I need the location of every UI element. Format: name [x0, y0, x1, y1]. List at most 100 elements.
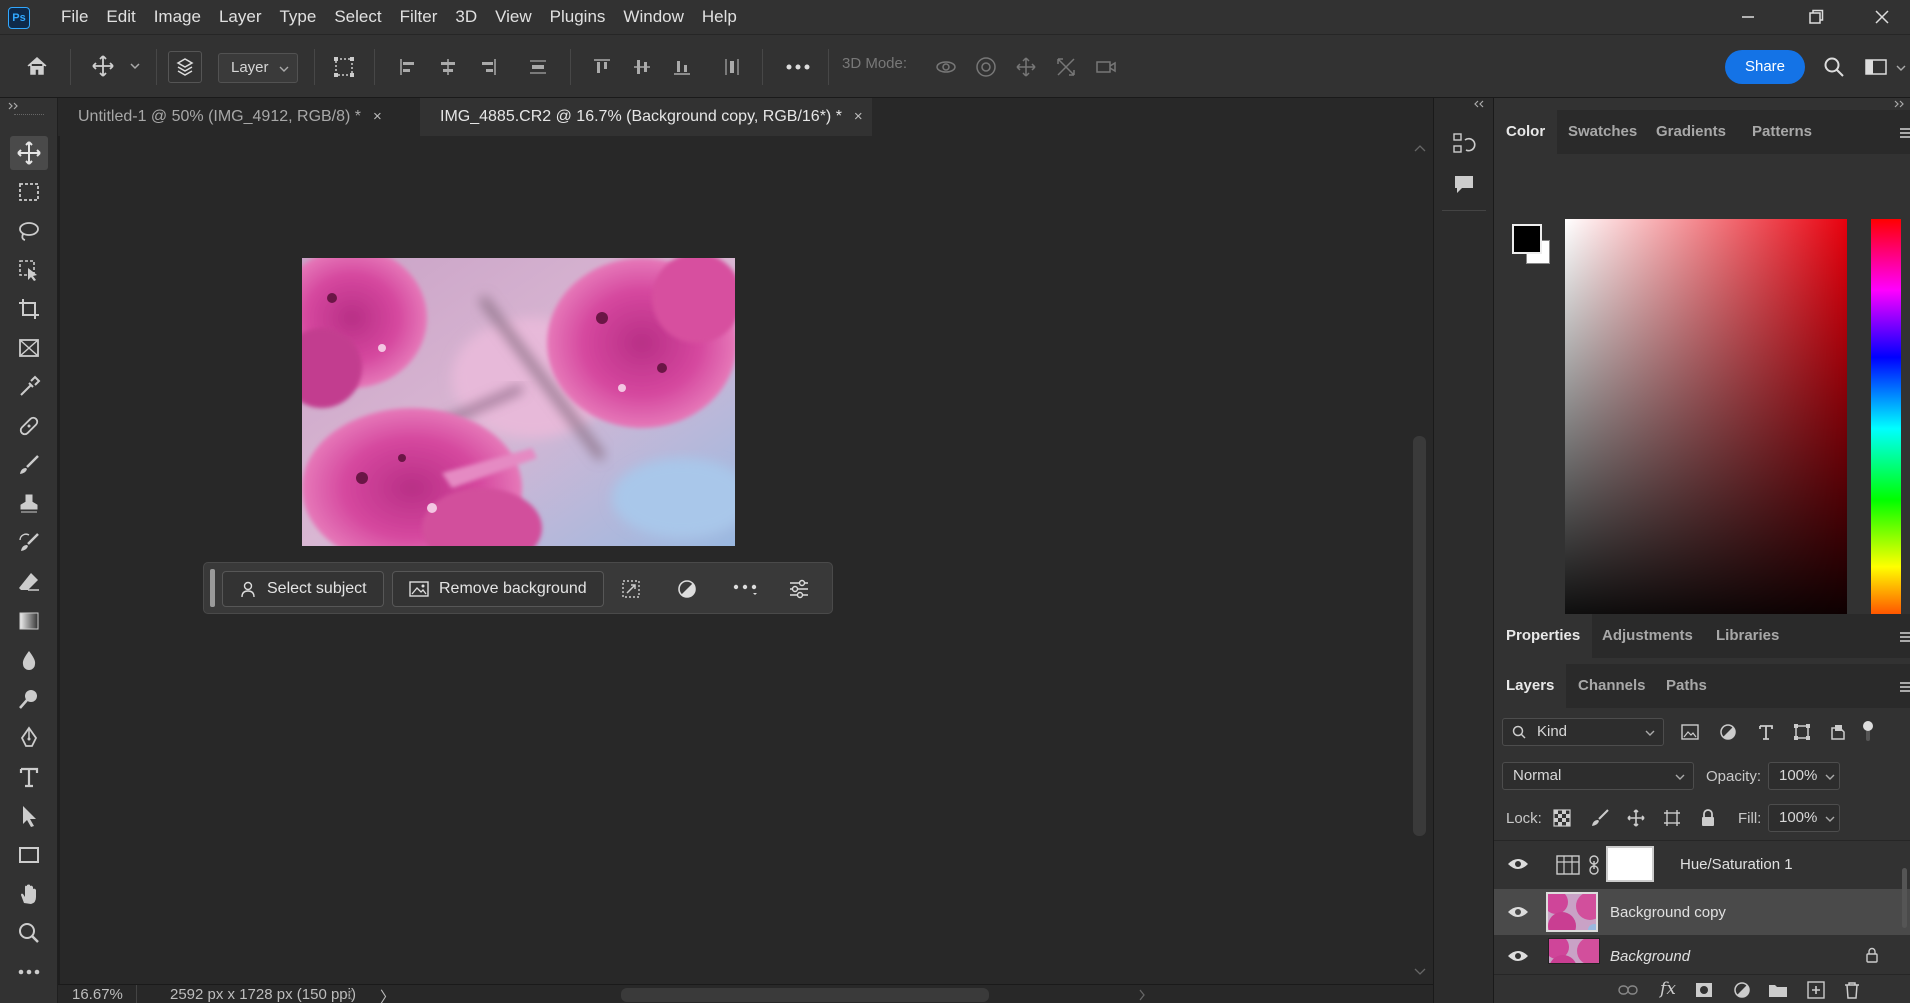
eraser-tool[interactable]: [10, 565, 48, 599]
tab-channels[interactable]: Channels: [1566, 664, 1658, 708]
task-bar-more-button[interactable]: [728, 575, 762, 603]
history-brush-tool[interactable]: [10, 526, 48, 560]
task-bar-settings-button[interactable]: [784, 575, 814, 603]
3d-orbit-button[interactable]: [932, 53, 960, 81]
transform-button[interactable]: [616, 575, 646, 603]
tab-properties[interactable]: Properties: [1494, 614, 1593, 658]
fill-input[interactable]: 100%: [1768, 804, 1840, 832]
tab-gradients[interactable]: Gradients: [1644, 110, 1738, 154]
workspace-dropdown[interactable]: [1894, 61, 1908, 75]
tool-preset-dropdown[interactable]: [128, 59, 142, 73]
tab-untitled-1[interactable]: Untitled-1 @ 50% (IMG_4912, RGB/8) * ×: [58, 98, 418, 136]
lock-transparent-pixels[interactable]: [1550, 806, 1574, 830]
hand-tool[interactable]: [10, 877, 48, 911]
layers-scrollbar-thumb[interactable]: [1902, 868, 1907, 928]
new-adjustment-layer-button[interactable]: [1730, 979, 1754, 1001]
menu-edit[interactable]: Edit: [97, 0, 144, 34]
dodge-tool[interactable]: [10, 682, 48, 716]
select-subject-button[interactable]: Select subject: [222, 571, 384, 607]
share-button[interactable]: Share: [1725, 50, 1805, 84]
path-selection-tool[interactable]: [10, 799, 48, 833]
search-button[interactable]: [1820, 53, 1848, 81]
layer-kind-filter[interactable]: Kind: [1502, 718, 1664, 746]
move-tool[interactable]: [10, 136, 48, 170]
layer-row-hue-saturation[interactable]: Hue/Saturation 1: [1494, 842, 1910, 888]
filter-type-layers[interactable]: [1754, 720, 1778, 744]
layer-visibility-toggle[interactable]: [1506, 854, 1530, 874]
menu-image[interactable]: Image: [145, 0, 210, 34]
zoom-level[interactable]: 16.67%: [72, 986, 123, 1003]
collapse-toolbar-button[interactable]: [8, 102, 22, 110]
home-button[interactable]: [22, 51, 52, 81]
hue-slider[interactable]: [1871, 219, 1901, 638]
opacity-input[interactable]: 100%: [1768, 762, 1840, 790]
comments-panel-button[interactable]: [1448, 168, 1480, 200]
link-layers-button[interactable]: [1616, 979, 1640, 1001]
3d-scale-button[interactable]: [1092, 53, 1120, 81]
blur-tool[interactable]: [10, 643, 48, 677]
foreground-color-swatch[interactable]: [1512, 224, 1542, 254]
menu-layer[interactable]: Layer: [210, 0, 271, 34]
filter-adjustment-layers[interactable]: [1716, 720, 1740, 744]
layer-row-background-copy[interactable]: Background copy: [1494, 889, 1910, 935]
layers-scrollbar[interactable]: [1902, 840, 1910, 940]
move-tool-preset[interactable]: [88, 51, 118, 81]
new-layer-button[interactable]: [1804, 979, 1828, 1001]
align-middle-button[interactable]: [630, 55, 654, 79]
distribute-horizontal-button[interactable]: [720, 55, 744, 79]
status-menu-arrow[interactable]: 〉: [380, 986, 395, 1003]
tab-swatches[interactable]: Swatches: [1556, 110, 1649, 154]
menu-select[interactable]: Select: [325, 0, 390, 34]
gradient-tool[interactable]: [10, 604, 48, 638]
lasso-tool[interactable]: [10, 214, 48, 248]
object-selection-tool[interactable]: [10, 253, 48, 287]
collapse-panels-button[interactable]: [1894, 100, 1908, 108]
restore-button[interactable]: [1788, 0, 1844, 34]
panel-menu-icon[interactable]: [1900, 632, 1910, 642]
close-icon[interactable]: ×: [854, 98, 863, 136]
menu-file[interactable]: File: [52, 0, 97, 34]
3d-pan-button[interactable]: [1012, 53, 1040, 81]
tab-paths[interactable]: Paths: [1654, 664, 1719, 708]
tab-libraries[interactable]: Libraries: [1704, 614, 1791, 658]
tab-layers[interactable]: Layers: [1494, 664, 1567, 708]
brush-tool[interactable]: [10, 448, 48, 482]
lock-image-pixels[interactable]: [1588, 806, 1612, 830]
menu-3d[interactable]: 3D: [446, 0, 486, 34]
crop-tool[interactable]: [10, 292, 48, 326]
lock-all[interactable]: [1696, 806, 1720, 830]
lock-artboard[interactable]: [1660, 806, 1684, 830]
menu-plugins[interactable]: Plugins: [541, 0, 615, 34]
3d-roll-button[interactable]: [972, 53, 1000, 81]
transform-controls-toggle[interactable]: [330, 53, 358, 81]
menu-window[interactable]: Window: [614, 0, 692, 34]
minimize-button[interactable]: [1720, 0, 1776, 34]
layer-effects-button[interactable]: fx: [1654, 977, 1682, 1001]
menu-filter[interactable]: Filter: [391, 0, 447, 34]
filter-smart-objects[interactable]: [1826, 720, 1850, 744]
edit-toolbar-button[interactable]: [10, 955, 48, 989]
rectangular-marquee-tool[interactable]: [10, 175, 48, 209]
distribute-vertical-button[interactable]: [526, 55, 550, 79]
close-icon[interactable]: ×: [373, 98, 382, 136]
align-left-button[interactable]: [396, 55, 420, 79]
type-tool[interactable]: [10, 760, 48, 794]
layer-visibility-toggle[interactable]: [1506, 902, 1530, 922]
tab-color[interactable]: Color: [1494, 110, 1558, 154]
menu-view[interactable]: View: [486, 0, 541, 34]
close-window-button[interactable]: [1854, 0, 1910, 34]
delete-layer-button[interactable]: [1840, 979, 1864, 1001]
tab-adjustments[interactable]: Adjustments: [1590, 614, 1705, 658]
adjustment-button[interactable]: [672, 575, 702, 603]
layer-name[interactable]: Hue/Saturation 1: [1680, 856, 1793, 873]
horizontal-scrollbar-thumb[interactable]: [621, 988, 989, 1002]
history-panel-button[interactable]: [1448, 128, 1480, 160]
layer-name[interactable]: Background: [1610, 948, 1690, 965]
3d-slide-button[interactable]: [1052, 53, 1080, 81]
align-right-button[interactable]: [476, 55, 500, 79]
blend-mode-dropdown[interactable]: Normal: [1502, 762, 1694, 790]
layer-lock-indicator[interactable]: [1862, 944, 1882, 966]
lock-position[interactable]: [1624, 806, 1648, 830]
new-group-button[interactable]: [1766, 979, 1790, 1001]
frame-tool[interactable]: [10, 331, 48, 365]
